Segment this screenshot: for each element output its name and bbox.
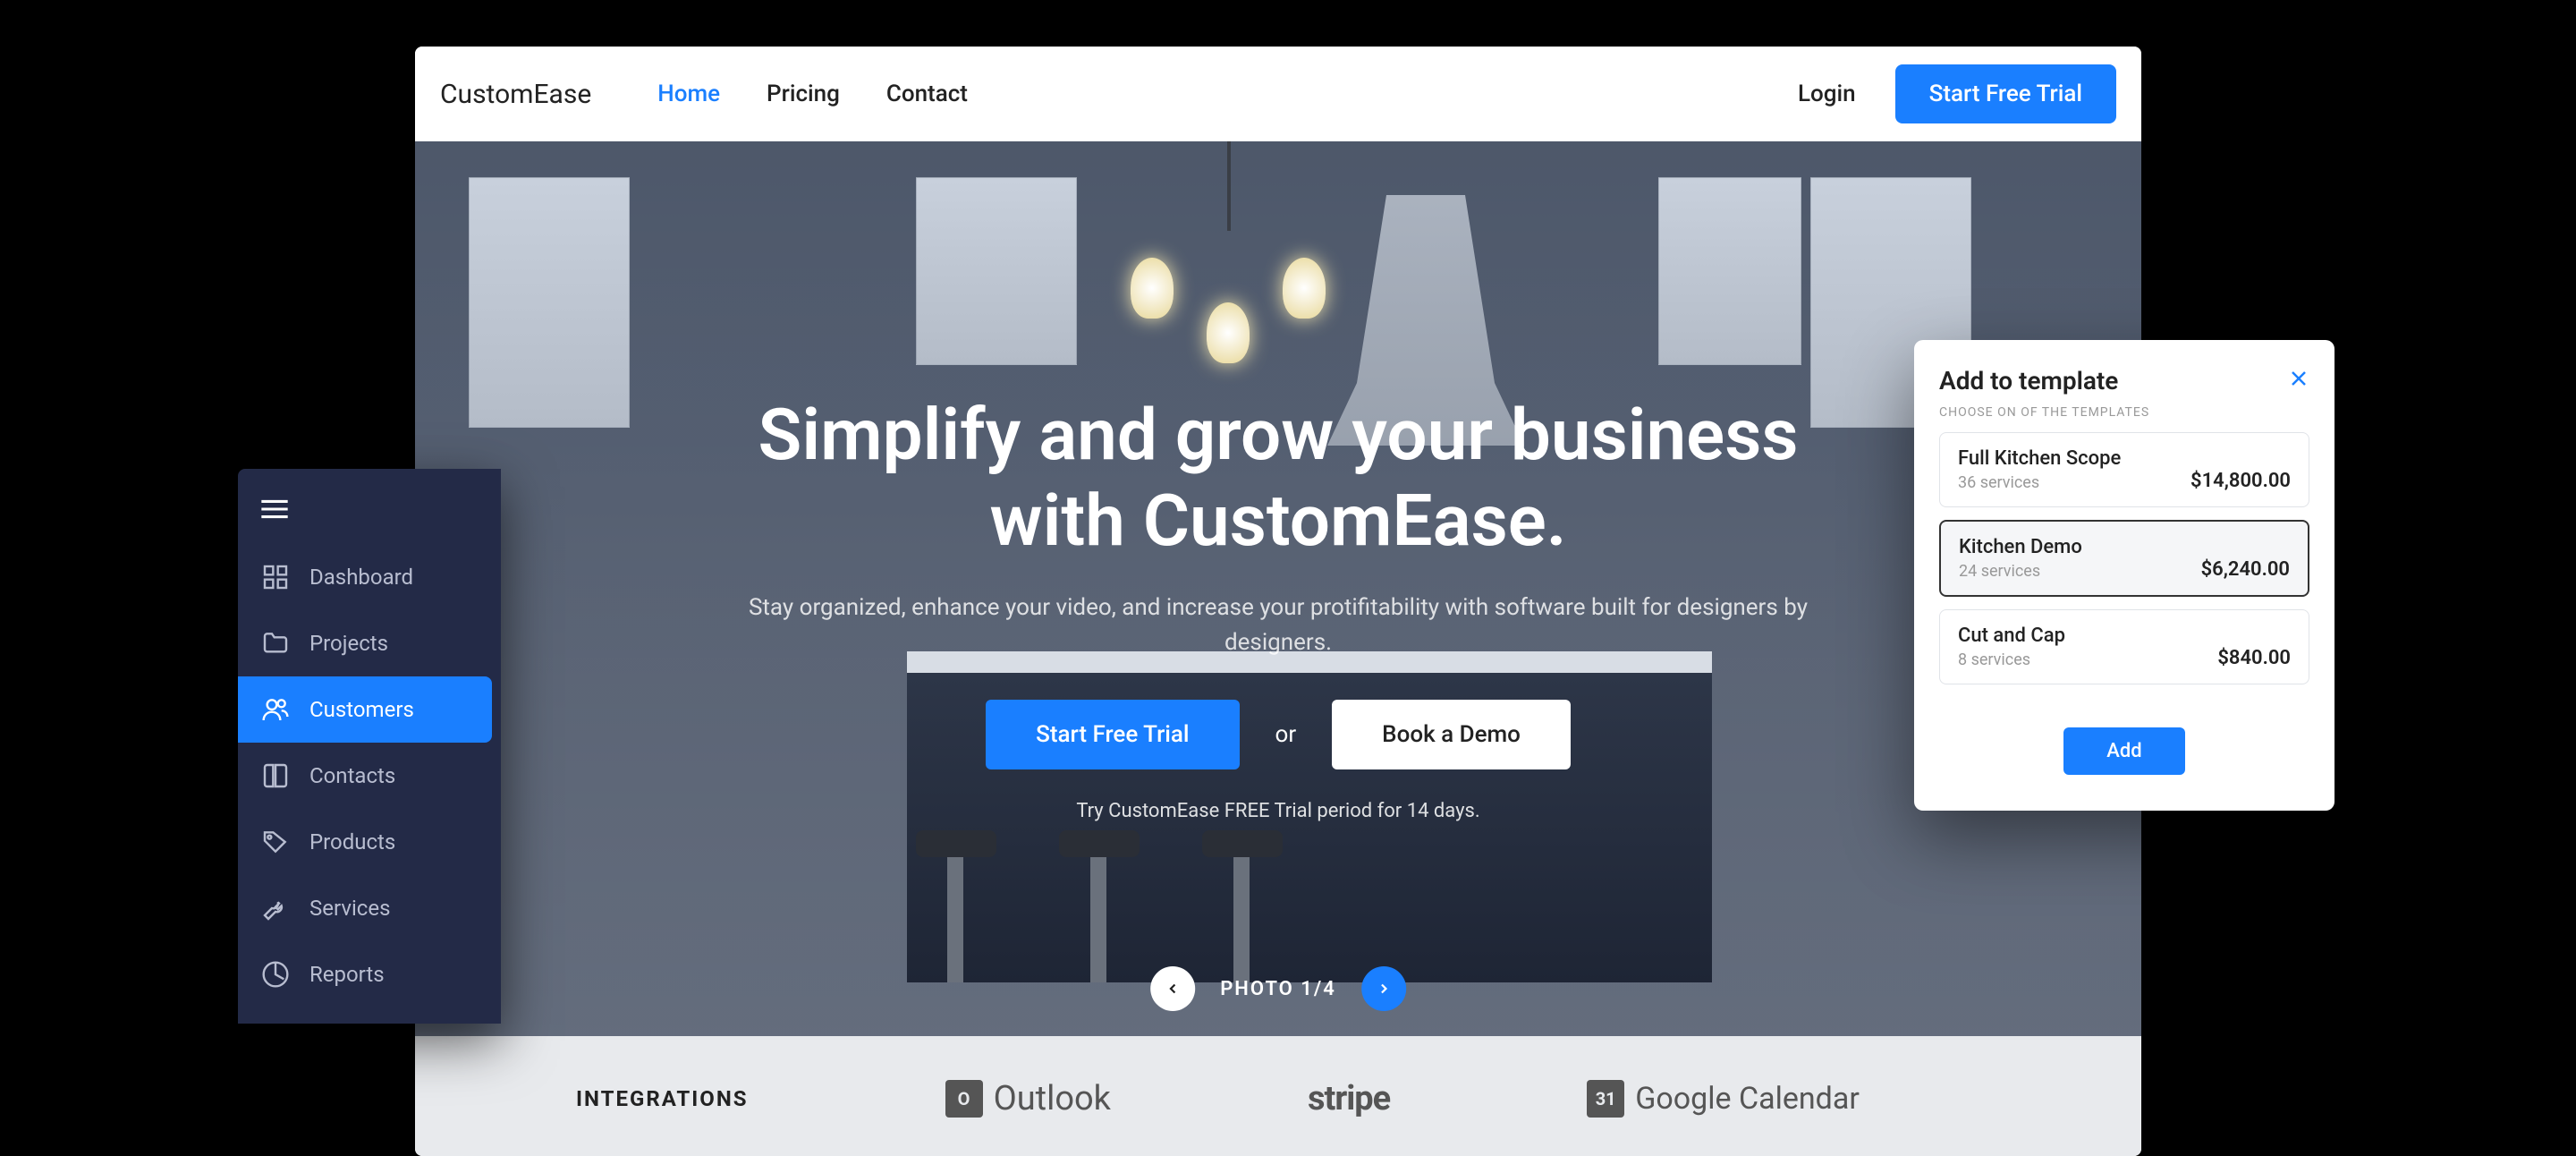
book-icon: [261, 761, 290, 790]
nav-right: Login Start Free Trial: [1798, 64, 2116, 123]
hero-content: Simplify and grow your business with Cus…: [741, 392, 1815, 822]
sidebar-item-projects[interactable]: Projects: [238, 610, 501, 676]
sidebar-item-dashboard[interactable]: Dashboard: [238, 544, 501, 610]
outlook-icon: O: [945, 1080, 983, 1118]
chart-icon: [261, 960, 290, 989]
template-option-full-kitchen[interactable]: Full Kitchen Scope 36 services $14,800.0…: [1939, 432, 2309, 507]
modal-header: Add to template: [1939, 365, 2309, 396]
integrations-bar: INTEGRATIONS O Outlook stripe 31 Google …: [415, 1036, 2141, 1156]
sidebar: Dashboard Projects Customers Contacts Pr…: [238, 469, 501, 1024]
hamburger-icon: [261, 499, 288, 519]
template-price: $6,240.00: [2201, 558, 2290, 581]
template-name: Cut and Cap: [1958, 625, 2065, 647]
dashboard-icon: [261, 563, 290, 591]
sidebar-item-label: Reports: [309, 962, 385, 987]
start-trial-button[interactable]: Start Free Trial: [1895, 64, 2116, 123]
or-separator: or: [1275, 721, 1297, 748]
chevron-left-icon: [1165, 981, 1181, 997]
users-icon: [261, 695, 290, 724]
close-button[interactable]: [2288, 365, 2309, 396]
close-icon: [2288, 368, 2309, 389]
add-template-modal: Add to template CHOOSE ON OF THE TEMPLAT…: [1914, 340, 2334, 811]
template-name: Full Kitchen Scope: [1958, 447, 2121, 470]
sidebar-item-products[interactable]: Products: [238, 809, 501, 875]
nav-link-home[interactable]: Home: [657, 81, 720, 107]
top-nav: CustomEase Home Pricing Contact Login St…: [415, 47, 2141, 141]
modal-title: Add to template: [1939, 366, 2118, 395]
hero-title: Simplify and grow your business with Cus…: [741, 392, 1815, 564]
modal-subtitle: CHOOSE ON OF THE TEMPLATES: [1939, 405, 2309, 420]
folder-icon: [261, 629, 290, 658]
template-price: $840.00: [2217, 647, 2291, 669]
sidebar-item-label: Services: [309, 896, 390, 921]
hero-actions: Start Free Trial or Book a Demo: [741, 700, 1815, 769]
tag-icon: [261, 828, 290, 856]
book-demo-button[interactable]: Book a Demo: [1332, 700, 1571, 769]
sidebar-item-label: Customers: [309, 697, 414, 722]
carousel-next-button[interactable]: [1361, 966, 1406, 1011]
sidebar-item-label: Products: [309, 829, 395, 854]
template-meta: 36 services: [1958, 473, 2039, 492]
carousel-prev-button[interactable]: [1150, 966, 1195, 1011]
calendar-icon: 31: [1587, 1080, 1624, 1118]
hamburger-button[interactable]: [238, 487, 501, 544]
sidebar-item-label: Projects: [309, 631, 388, 656]
template-name: Kitchen Demo: [1959, 536, 2082, 558]
photo-carousel: PHOTO 1/4: [1150, 966, 1406, 1011]
browser-window: CustomEase Home Pricing Contact Login St…: [415, 47, 2141, 1156]
sidebar-item-services[interactable]: Services: [238, 875, 501, 941]
template-option-cut-cap[interactable]: Cut and Cap 8 services $840.00: [1939, 609, 2309, 684]
sidebar-item-label: Contacts: [309, 763, 395, 788]
chevron-right-icon: [1376, 981, 1392, 997]
integration-stripe: stripe: [1308, 1079, 1390, 1118]
login-link[interactable]: Login: [1798, 81, 1856, 107]
integration-google-calendar: 31 Google Calendar: [1587, 1080, 1860, 1118]
integrations-label: INTEGRATIONS: [576, 1086, 749, 1111]
nav-links: Home Pricing Contact: [657, 81, 968, 107]
sidebar-item-customers[interactable]: Customers: [238, 676, 492, 743]
template-option-kitchen-demo[interactable]: Kitchen Demo 24 services $6,240.00: [1939, 520, 2309, 597]
hero-start-trial-button[interactable]: Start Free Trial: [986, 700, 1239, 769]
add-button[interactable]: Add: [2063, 727, 2184, 775]
template-meta: 8 services: [1958, 650, 2030, 669]
integration-outlook: O Outlook: [945, 1079, 1111, 1118]
template-price: $14,800.00: [2190, 470, 2291, 492]
brand-logo[interactable]: CustomEase: [440, 79, 591, 110]
nav-link-contact[interactable]: Contact: [886, 81, 968, 107]
photo-indicator: PHOTO 1/4: [1220, 978, 1336, 1000]
template-meta: 24 services: [1959, 562, 2040, 581]
sidebar-item-label: Dashboard: [309, 565, 413, 590]
hero-section: Simplify and grow your business with Cus…: [415, 141, 2141, 1036]
hero-subtitle: Stay organized, enhance your video, and …: [741, 591, 1815, 660]
sidebar-item-contacts[interactable]: Contacts: [238, 743, 501, 809]
sidebar-item-reports[interactable]: Reports: [238, 941, 501, 1007]
trial-note: Try CustomEase FREE Trial period for 14 …: [741, 800, 1815, 822]
nav-link-pricing[interactable]: Pricing: [767, 81, 840, 107]
wrench-icon: [261, 894, 290, 922]
